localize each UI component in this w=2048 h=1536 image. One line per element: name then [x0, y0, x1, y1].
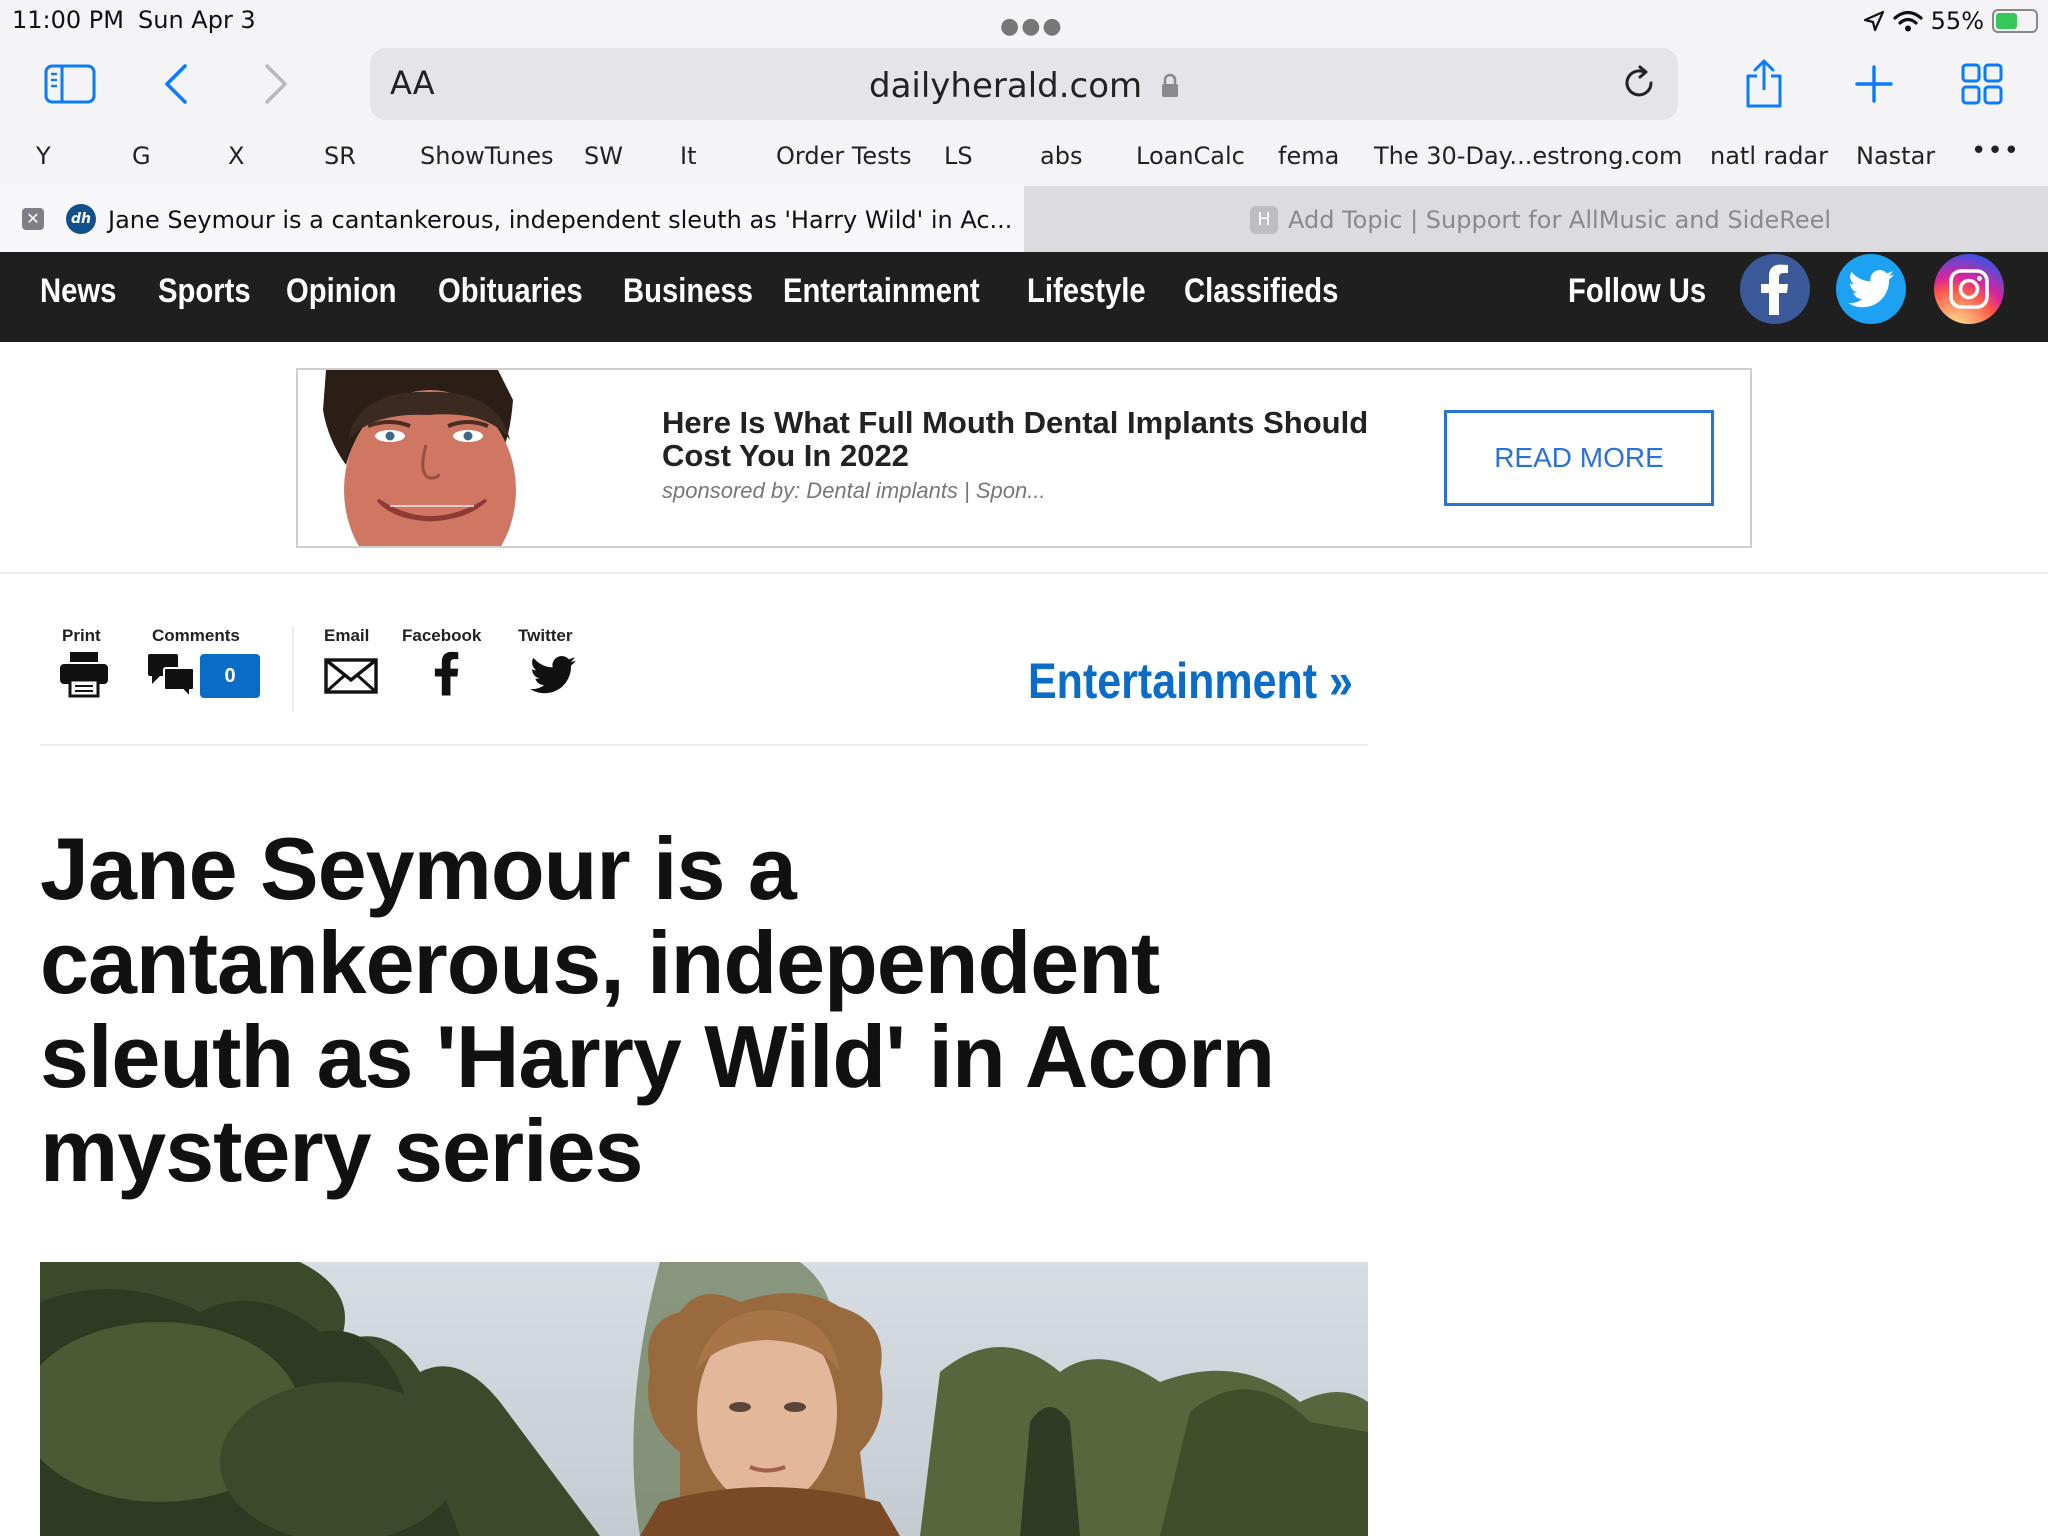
share-icon: [1746, 59, 1782, 108]
comments-icon: [148, 654, 195, 700]
nav-item-sports[interactable]: Sports: [158, 272, 251, 311]
forward-button[interactable]: [248, 56, 304, 112]
favorite-link[interactable]: The 30-Day...estrong.com: [1374, 142, 1682, 170]
share-button[interactable]: [1736, 56, 1792, 112]
read-more-button[interactable]: READ MORE: [1444, 410, 1714, 506]
battery-fill: [1996, 13, 2017, 29]
favorite-link[interactable]: ShowTunes: [420, 142, 553, 170]
sidebar-icon: [44, 64, 96, 104]
multitasking-dots-icon[interactable]: ●●●: [1000, 14, 1064, 39]
nav-item-classifieds[interactable]: Classifieds: [1184, 272, 1338, 311]
url-display[interactable]: dailyherald.com: [370, 66, 1678, 106]
favorite-link[interactable]: LS: [944, 142, 973, 170]
back-button[interactable]: [148, 56, 204, 112]
favorite-link[interactable]: It: [680, 142, 697, 170]
nav-item-opinion[interactable]: Opinion: [286, 272, 396, 311]
plus-icon: [1855, 65, 1893, 103]
share-divider: [292, 626, 294, 712]
twitter-icon: [1848, 270, 1894, 308]
reload-icon[interactable]: [1620, 64, 1658, 102]
envelope-icon: [324, 658, 378, 694]
facebook-share-button[interactable]: [434, 648, 460, 703]
email-share-button[interactable]: [324, 658, 378, 699]
instagram-follow-button[interactable]: [1934, 254, 2004, 324]
section-link-entertainment[interactable]: Entertainment »: [1028, 652, 1353, 710]
battery-percent: 55%: [1930, 7, 1984, 35]
tab-title: Jane Seymour is a cantankerous, independ…: [108, 206, 1013, 234]
status-date: Sun Apr 3: [138, 6, 256, 34]
close-tab-icon[interactable]: ✕: [22, 208, 44, 230]
url-text: dailyherald.com: [869, 66, 1143, 106]
twitter-share-button[interactable]: [530, 656, 576, 699]
new-tab-button[interactable]: [1846, 56, 1902, 112]
share-divider-line: [40, 744, 1368, 746]
ad-sponsor: sponsored by: Dental implants | Spon...: [662, 478, 1046, 503]
chevron-right-icon: [265, 64, 287, 104]
tab-overview-button[interactable]: [1954, 56, 2010, 112]
facebook-f-icon: [434, 651, 459, 696]
favorite-link[interactable]: Nastar: [1856, 142, 1935, 170]
tab-grid-icon: [1961, 63, 2003, 105]
favorite-link[interactable]: abs: [1040, 142, 1082, 170]
nav-item-lifestyle[interactable]: Lifestyle: [1027, 272, 1146, 311]
status-time: 11:00 PM: [12, 6, 124, 34]
tab-favicon: dh: [66, 204, 96, 234]
tab-title: Add Topic | Support for AllMusic and Sid…: [1288, 206, 1832, 234]
nav-item-entertainment[interactable]: Entertainment: [783, 272, 980, 311]
more-favorites-icon[interactable]: •••: [1971, 136, 2020, 166]
ad-section: Here Is What Full Mouth Dental Implants …: [0, 342, 2048, 574]
lock-icon: [1161, 73, 1178, 97]
favorite-link[interactable]: Y: [36, 142, 51, 170]
nav-item-business[interactable]: Business: [623, 272, 753, 311]
tab-active[interactable]: ✕ dh Jane Seymour is a cantankerous, ind…: [0, 186, 1024, 252]
favorite-link[interactable]: Order Tests: [776, 142, 912, 170]
ad-photo: [298, 370, 594, 546]
print-button[interactable]: [58, 650, 110, 703]
comments-label: Comments: [152, 626, 240, 645]
tab-favicon: H: [1250, 206, 1278, 234]
facebook-label: Facebook: [402, 626, 482, 645]
favorite-link[interactable]: X: [228, 142, 244, 170]
sponsored-ad[interactable]: Here Is What Full Mouth Dental Implants …: [296, 368, 1752, 548]
twitter-label: Twitter: [518, 626, 573, 645]
address-bar[interactable]: AA dailyherald.com: [370, 48, 1678, 120]
twitter-bird-icon: [530, 656, 576, 694]
favorite-link[interactable]: fema: [1278, 142, 1339, 170]
facebook-icon: [1761, 264, 1788, 315]
favorites-bar: Y G X SR ShowTunes SW It Order Tests LS …: [0, 126, 2048, 186]
favorite-link[interactable]: natl radar: [1710, 142, 1828, 170]
favorite-link[interactable]: LoanCalc: [1136, 142, 1245, 170]
nav-item-news[interactable]: News: [40, 272, 116, 311]
favorite-link[interactable]: SW: [584, 142, 623, 170]
chevron-left-icon: [165, 64, 187, 104]
article-headline: Jane Seymour is a cantankerous, independ…: [40, 819, 1275, 1200]
nav-item-obituaries[interactable]: Obituaries: [438, 272, 583, 311]
tab-inactive[interactable]: H Add Topic | Support for AllMusic and S…: [1024, 186, 2048, 252]
tab-bar: ✕ dh Jane Seymour is a cantankerous, ind…: [0, 186, 2048, 252]
location-arrow-icon: [1863, 10, 1884, 32]
favorite-link[interactable]: SR: [324, 142, 356, 170]
comment-count-badge[interactable]: 0: [200, 654, 260, 698]
favorite-link[interactable]: G: [132, 142, 151, 170]
wifi-icon: [1893, 10, 1923, 32]
status-indicators: 55%: [1863, 4, 2038, 38]
twitter-follow-button[interactable]: [1836, 254, 1906, 324]
printer-icon: [60, 652, 108, 698]
site-nav: News Sports Opinion Obituaries Business …: [0, 252, 2048, 342]
comments-button[interactable]: [146, 652, 196, 703]
facebook-follow-button[interactable]: [1740, 254, 1810, 324]
ad-headline[interactable]: Here Is What Full Mouth Dental Implants …: [662, 406, 1422, 472]
print-label: Print: [62, 626, 101, 645]
instagram-icon: [1949, 269, 1989, 309]
follow-us-label: Follow Us: [1568, 272, 1707, 310]
browser-toolbar: AA dailyherald.com: [0, 42, 2048, 126]
status-bar: 11:00 PM Sun Apr 3 ●●● 55%: [0, 0, 2048, 42]
article-hero-image[interactable]: [40, 1262, 1368, 1536]
sidebar-toggle-button[interactable]: [42, 56, 98, 112]
battery-icon: [1992, 9, 2038, 33]
email-label: Email: [324, 626, 370, 645]
